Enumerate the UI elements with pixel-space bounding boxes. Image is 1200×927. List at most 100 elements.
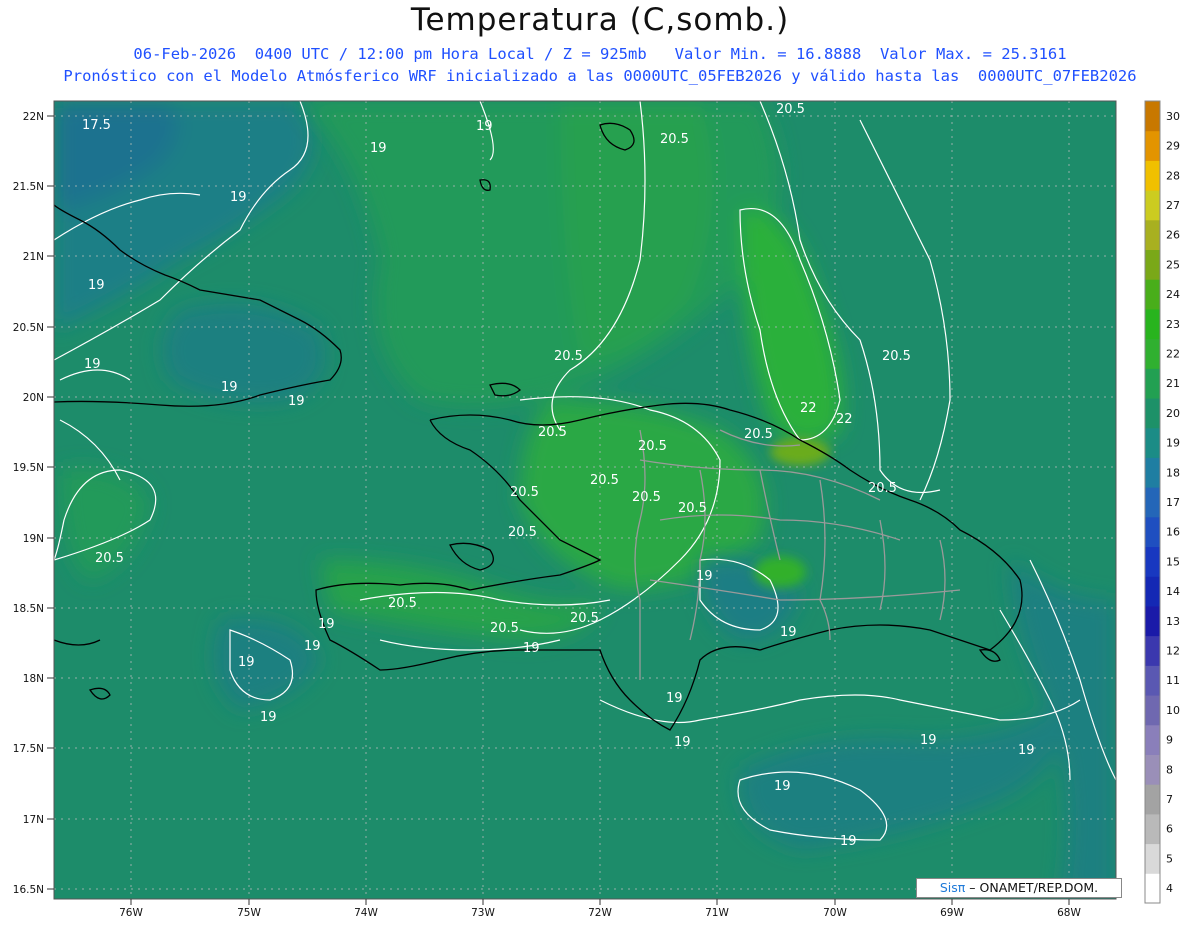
- colorbar-label: 22: [1166, 347, 1180, 360]
- contour-label: 20.5: [510, 485, 539, 500]
- lat-label: 18.5N: [13, 603, 44, 615]
- colorbar-swatch: [1145, 190, 1160, 221]
- lat-label: 18N: [23, 673, 44, 685]
- contour-label: 19: [370, 141, 387, 156]
- colorbar-label: 12: [1166, 645, 1180, 658]
- contour-label: 19: [230, 190, 247, 205]
- contour-label: 19: [84, 357, 101, 372]
- contour-label: 20.5: [95, 551, 124, 566]
- colorbar-label: 9: [1166, 734, 1173, 747]
- shaded-temperature-field: 17.5 19 19 19 19 19 19 19 19 19 19 19 19…: [54, 101, 1116, 899]
- colorbar-swatch: [1145, 368, 1160, 399]
- contour-label: 19: [920, 733, 937, 748]
- lon-label: 69W: [940, 907, 964, 919]
- colorbar-swatch: [1145, 219, 1160, 251]
- contour-label: 19: [1018, 743, 1035, 758]
- lon-label: 73W: [471, 907, 495, 919]
- colorbar-label: 10: [1166, 704, 1180, 717]
- contour-label: 20.5: [660, 132, 689, 147]
- contour-label: 20.5: [388, 596, 417, 611]
- colorbar-swatch: [1145, 754, 1160, 785]
- credit-text: – ONAMET/REP.DOM.: [969, 880, 1099, 895]
- contour-label: 19: [780, 625, 797, 640]
- colorbar-swatch: [1145, 338, 1160, 369]
- colorbar-label: 19: [1166, 437, 1180, 450]
- colorbar-label: 30: [1166, 110, 1180, 123]
- contour-label: 20.5: [570, 611, 599, 626]
- colorbar-swatch: [1145, 576, 1160, 607]
- contour-label: 20.5: [538, 425, 567, 440]
- colorbar-swatch: [1145, 427, 1160, 458]
- colorbar-swatch: [1145, 457, 1160, 488]
- colorbar-label: 4: [1166, 882, 1173, 895]
- colorbar-label: 14: [1166, 585, 1180, 598]
- colorbar-swatch: [1145, 487, 1160, 518]
- colorbar-label: 17: [1166, 496, 1180, 509]
- lon-label: 70W: [823, 907, 847, 919]
- lon-label: 72W: [588, 907, 612, 919]
- contour-label: 20.5: [554, 349, 583, 364]
- colorbar-swatch: [1145, 665, 1160, 696]
- lon-label: 76W: [119, 907, 143, 919]
- lat-label: 16.5N: [13, 884, 44, 896]
- lon-label: 75W: [237, 907, 261, 919]
- colorbar-swatch: [1145, 308, 1160, 340]
- colorbar-swatch: [1145, 398, 1160, 429]
- lat-label: 22N: [23, 111, 44, 123]
- colorbar-swatch: [1145, 160, 1160, 191]
- contour-label: 19: [774, 779, 791, 794]
- contour-label: 19: [260, 710, 277, 725]
- contour-label: 20.5: [490, 621, 519, 636]
- colorbar-swatch: [1145, 516, 1160, 548]
- colorbar-swatch: [1145, 130, 1160, 161]
- contour-label: 20.5: [508, 525, 537, 540]
- colorbar-label: 29: [1166, 140, 1180, 153]
- colorbar-label: 27: [1166, 199, 1180, 212]
- contour-label: 22: [836, 412, 853, 427]
- lon-label: 68W: [1057, 907, 1081, 919]
- longitude-axis: 76W 75W 74W 73W 72W 71W 70W 69W 68W: [119, 899, 1081, 919]
- colorbar-swatch: [1145, 813, 1160, 845]
- lat-label: 17.5N: [13, 743, 44, 755]
- contour-label: 19: [288, 394, 305, 409]
- lat-label: 21.5N: [13, 181, 44, 193]
- colorbar-label: 7: [1166, 793, 1173, 806]
- lon-label: 71W: [705, 907, 729, 919]
- colorbar-label: 24: [1166, 288, 1180, 301]
- colorbar-swatch: [1145, 279, 1160, 310]
- lat-label: 19.5N: [13, 462, 44, 474]
- lon-label: 74W: [354, 907, 378, 919]
- colorbar-legend: 4 5 6 7 8 9 10 11 12 13 14 15 16 17 18 19 20 21 22 23 24 25 26…: [1144, 100, 1180, 904]
- contour-label: 19: [238, 655, 255, 670]
- latitude-axis: 22N 21.5N 21N 20.5N 20N 19.5N 19N 18.5N …: [13, 111, 54, 896]
- colorbar-swatch: [1145, 843, 1160, 874]
- temperature-map: 17.5 19 19 19 19 19 19 19 19 19 19 19 19…: [13, 100, 1180, 919]
- colorbar-label: 8: [1166, 763, 1173, 776]
- colorbar-label: 11: [1166, 674, 1180, 687]
- lat-label: 21N: [23, 251, 44, 263]
- contour-label: 19: [696, 569, 713, 584]
- contour-label: 20.5: [678, 501, 707, 516]
- contour-label: 19: [221, 380, 238, 395]
- colorbar-label: 5: [1166, 852, 1173, 865]
- contour-label: 20.5: [638, 439, 667, 454]
- colorbar-swatch: [1145, 546, 1160, 577]
- contour-label: 19: [304, 639, 321, 654]
- colorbar-label: 18: [1166, 466, 1180, 479]
- colorbar-swatch: [1145, 635, 1160, 666]
- colorbar-label: 20: [1166, 407, 1180, 420]
- contour-label: 19: [318, 617, 335, 632]
- colorbar-label: 26: [1166, 229, 1180, 242]
- contour-label: 19: [840, 834, 857, 849]
- contour-label: 19: [523, 641, 540, 656]
- contour-label: 20.5: [868, 481, 897, 496]
- colorbar-swatch: [1145, 724, 1160, 755]
- colorbar-label: 25: [1166, 258, 1180, 271]
- colorbar-label: 16: [1166, 526, 1180, 539]
- brand-logo: Sisπ: [939, 880, 966, 895]
- contour-label: 20.5: [776, 102, 805, 117]
- credit-box: Sisπ – ONAMET/REP.DOM.: [916, 878, 1122, 898]
- contour-label: 19: [88, 278, 105, 293]
- lat-label: 20N: [23, 392, 44, 404]
- contour-label: 19: [666, 691, 683, 706]
